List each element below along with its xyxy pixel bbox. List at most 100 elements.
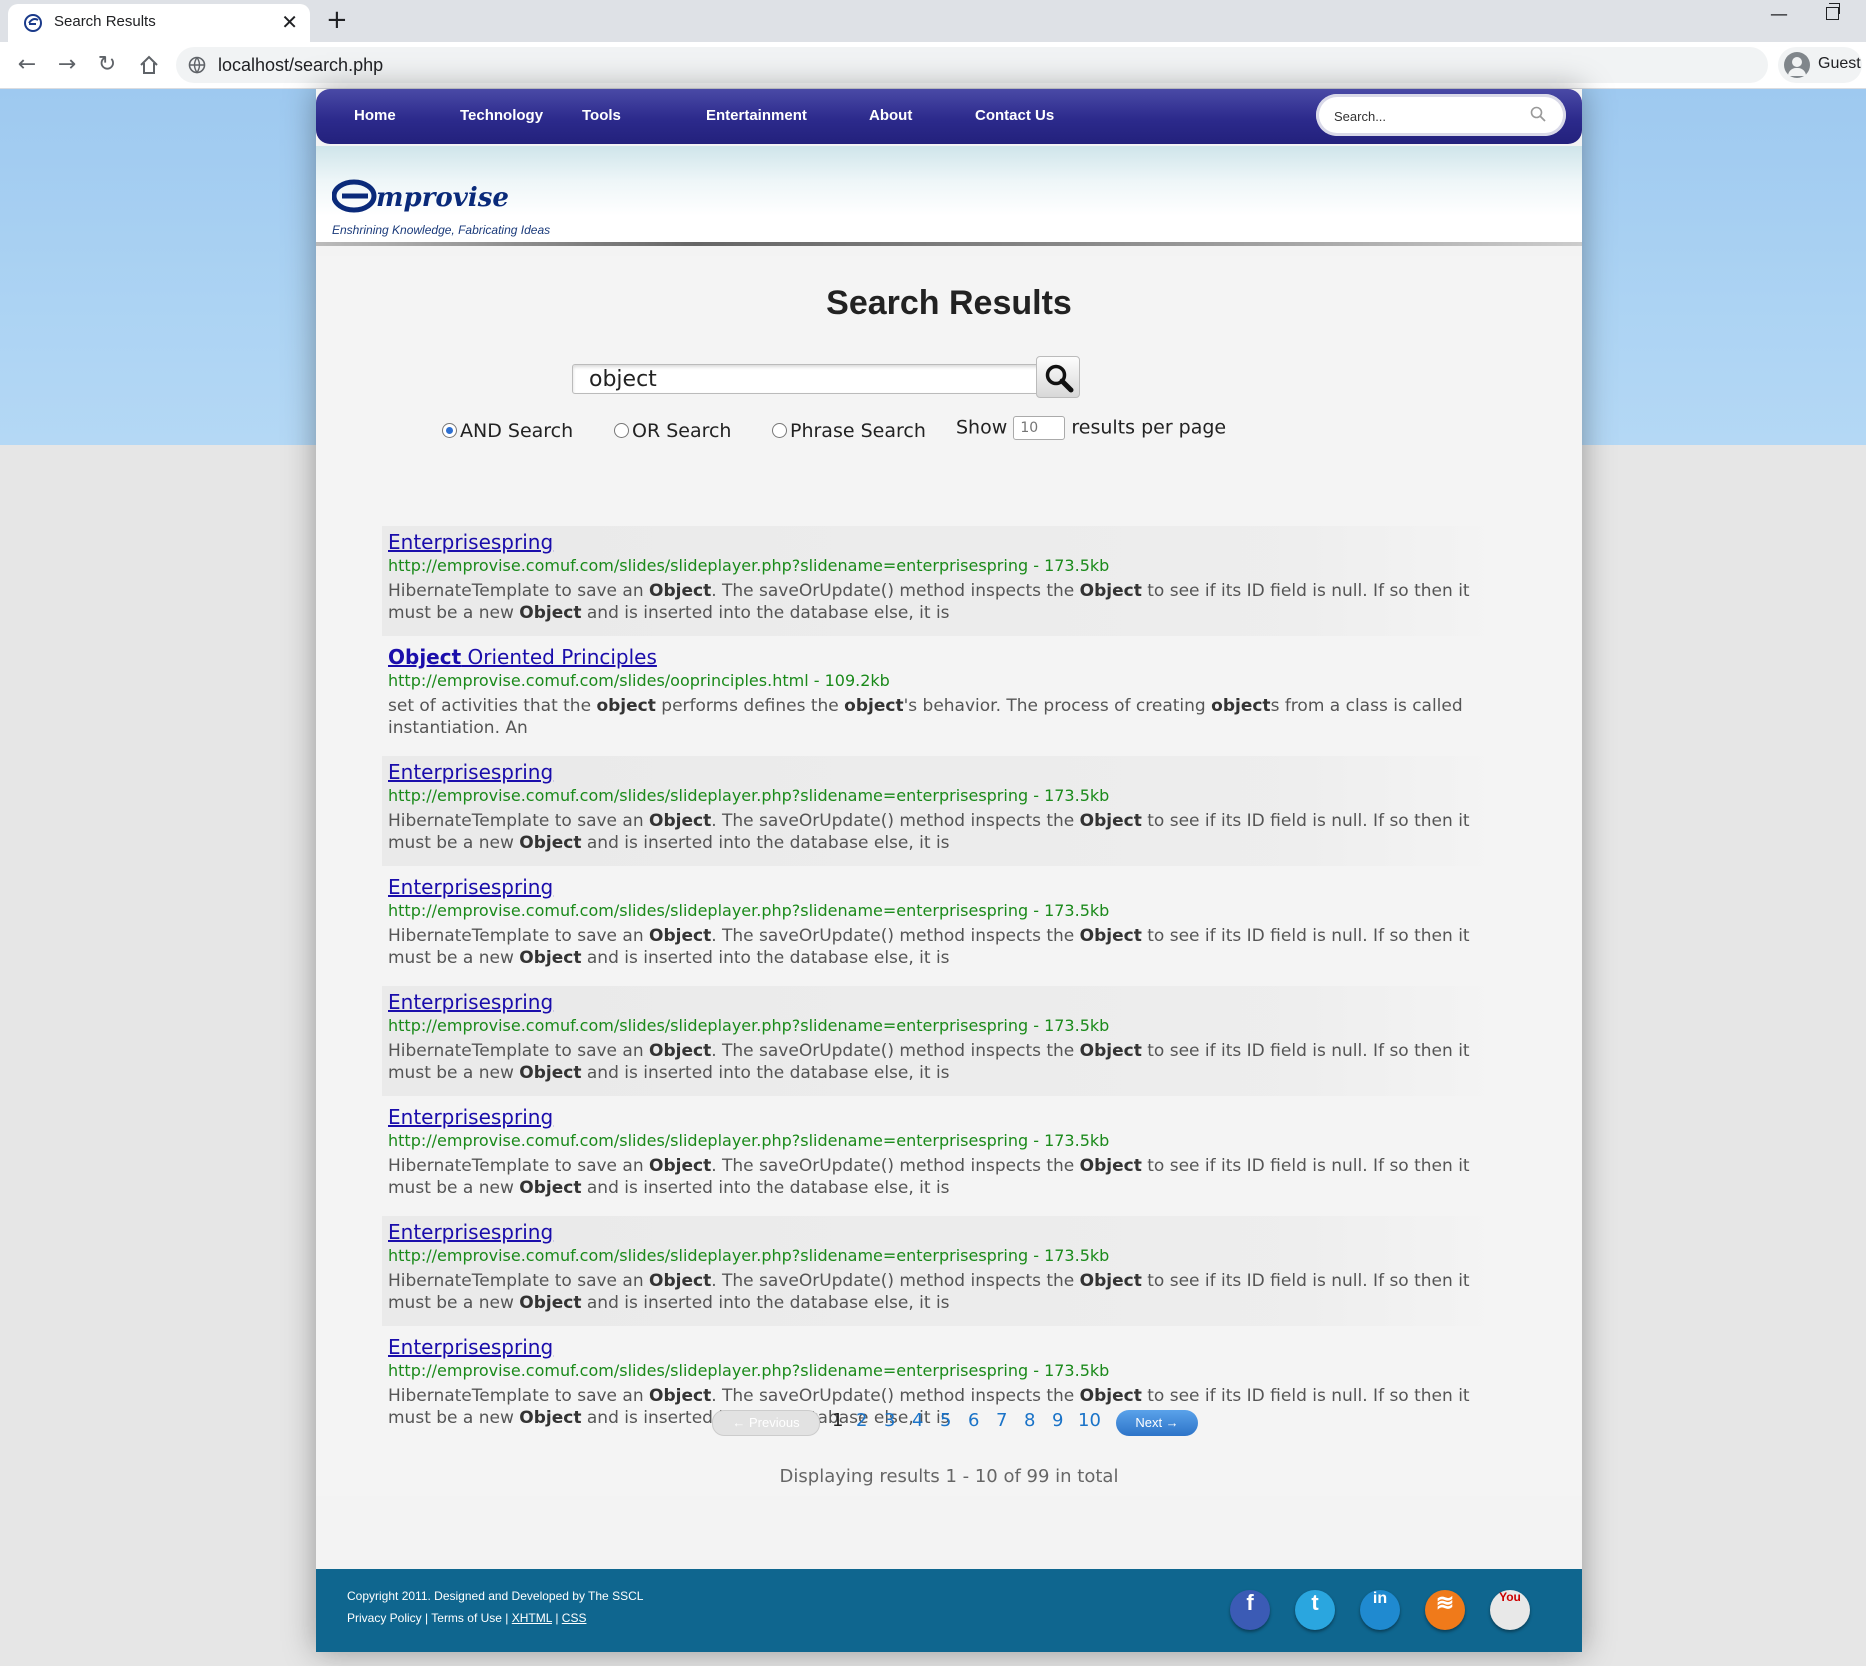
- site-search-box: [1316, 94, 1566, 136]
- snippet-text: and is inserted into the database else, …: [581, 1293, 950, 1313]
- browser-tab[interactable]: Search Results ✕: [8, 4, 310, 42]
- page-number-6[interactable]: 6: [968, 1410, 979, 1431]
- query-input[interactable]: [572, 364, 1048, 394]
- back-arrow-icon[interactable]: ←: [14, 52, 40, 78]
- result-title-link[interactable]: Enterprisespring: [388, 875, 553, 899]
- page-number-5[interactable]: 5: [940, 1410, 951, 1431]
- result-title-link[interactable]: Enterprisespring: [388, 760, 553, 784]
- result-url: http://emprovise.comuf.com/slides/slidep…: [388, 1131, 1110, 1150]
- page-number-8[interactable]: 8: [1024, 1410, 1035, 1431]
- highlighted-term: Object: [649, 1386, 712, 1406]
- css-link[interactable]: CSS: [562, 1611, 587, 1625]
- search-submit-button[interactable]: [1036, 356, 1080, 398]
- forward-arrow-icon[interactable]: →: [54, 52, 80, 78]
- result-url: http://emprovise.comuf.com/slides/slidep…: [388, 1016, 1110, 1035]
- per-page-control: Show results per page: [956, 416, 1226, 440]
- search-content: Search Results AND Search OR Search Phra…: [316, 256, 1582, 1496]
- highlighted-term: Object: [649, 1271, 712, 1291]
- previous-page-button[interactable]: ← Previous: [712, 1410, 820, 1436]
- site-tagline: Enshrining Knowledge, Fabricating Ideas: [332, 223, 551, 237]
- linkedin-icon[interactable]: in: [1360, 1590, 1400, 1630]
- snippet-text: . The saveOrUpdate() method inspects the: [711, 1156, 1080, 1176]
- result-title-link[interactable]: Enterprisespring: [388, 1105, 553, 1129]
- result-title-link[interactable]: Object Oriented Principles: [388, 645, 657, 669]
- snippet-text: HibernateTemplate to save an: [388, 1271, 650, 1291]
- page-number-10[interactable]: 10: [1078, 1410, 1101, 1431]
- result-title-part: Enterprisespring: [388, 1335, 554, 1359]
- snippet-text: HibernateTemplate to save an: [388, 1386, 650, 1406]
- result-url: http://emprovise.comuf.com/slides/slidep…: [388, 901, 1110, 920]
- twitter-icon[interactable]: t: [1295, 1590, 1335, 1630]
- result-title-link[interactable]: Enterprisespring: [388, 990, 553, 1014]
- main-navigation: Home Technology Tools Entertainment Abou…: [316, 89, 1582, 144]
- site-header: mprovise Enshrining Knowledge, Fabricati…: [316, 146, 1582, 246]
- minimize-window-icon[interactable]: —: [1770, 4, 1788, 25]
- site-footer: Copyright 2011. Designed and Developed b…: [316, 1569, 1582, 1652]
- rss-icon[interactable]: ≋: [1425, 1590, 1465, 1630]
- restore-window-icon[interactable]: [1826, 3, 1840, 20]
- nav-about[interactable]: About: [869, 107, 912, 124]
- snippet-text: and is inserted into the database else, …: [581, 1178, 950, 1198]
- highlighted-term: object: [596, 696, 656, 716]
- result-title-link[interactable]: Enterprisespring: [388, 1220, 553, 1244]
- snippet-text: 's behavior. The process of creating: [903, 696, 1212, 716]
- new-tab-button[interactable]: +: [326, 5, 348, 35]
- page-title: Search Results: [826, 284, 1072, 322]
- terms-of-use-link[interactable]: Terms of Use: [431, 1611, 502, 1625]
- result-url: http://emprovise.comuf.com/slides/slidep…: [388, 556, 1110, 575]
- and-search-radio[interactable]: [442, 423, 457, 438]
- page-number-4[interactable]: 4: [912, 1410, 923, 1431]
- address-bar[interactable]: localhost/search.php: [176, 47, 1768, 83]
- result-snippet: HibernateTemplate to save an Object. The…: [388, 1040, 1498, 1084]
- profile-button[interactable]: Guest: [1778, 47, 1862, 83]
- highlighted-term: Object: [1079, 811, 1142, 831]
- footer-links: Privacy Policy | Terms of Use | XHTML | …: [347, 1611, 586, 1625]
- result-title-link[interactable]: Enterprisespring: [388, 530, 553, 554]
- pagination: ← Previous 1 2 3 4 5 6 7 8 9 10 Next →: [316, 1410, 1582, 1440]
- facebook-icon[interactable]: f: [1230, 1590, 1270, 1630]
- phrase-search-option[interactable]: Phrase Search: [772, 420, 926, 442]
- nav-entertainment[interactable]: Entertainment: [706, 107, 807, 124]
- phrase-search-label: Phrase Search: [790, 420, 926, 442]
- home-icon[interactable]: [136, 52, 162, 78]
- highlighted-term: Object: [649, 926, 712, 946]
- nav-home[interactable]: Home: [354, 107, 396, 124]
- site-info-icon[interactable]: [188, 56, 206, 74]
- privacy-policy-link[interactable]: Privacy Policy: [347, 1611, 422, 1625]
- or-search-option[interactable]: OR Search: [614, 420, 731, 442]
- search-icon[interactable]: [1530, 106, 1546, 122]
- page-number-3[interactable]: 3: [884, 1410, 895, 1431]
- snippet-text: . The saveOrUpdate() method inspects the: [711, 1386, 1080, 1406]
- result-title-link[interactable]: Enterprisespring: [388, 1335, 553, 1359]
- page-number-7[interactable]: 7: [996, 1410, 1007, 1431]
- nav-technology[interactable]: Technology: [460, 107, 543, 124]
- search-result: Enterprisespring http://emprovise.comuf.c…: [382, 871, 1502, 981]
- page-number-2[interactable]: 2: [856, 1410, 867, 1431]
- emprovise-logo[interactable]: mprovise: [332, 176, 546, 216]
- snippet-text: . The saveOrUpdate() method inspects the: [711, 1271, 1080, 1291]
- search-result: Enterprisespring http://emprovise.comuf.c…: [382, 526, 1502, 636]
- and-search-option[interactable]: AND Search: [442, 420, 573, 442]
- site-search-input[interactable]: [1332, 104, 1526, 128]
- highlighted-term: Object: [519, 833, 582, 853]
- next-page-button[interactable]: Next →: [1116, 1410, 1198, 1436]
- nav-contact-us[interactable]: Contact Us: [975, 107, 1054, 124]
- youtube-icon[interactable]: You: [1490, 1590, 1530, 1630]
- page-number-9[interactable]: 9: [1052, 1410, 1063, 1431]
- snippet-text: and is inserted into the database else, …: [581, 833, 950, 853]
- page-number-1[interactable]: 1: [832, 1410, 843, 1431]
- reload-icon[interactable]: ↻: [94, 52, 120, 78]
- highlighted-term: Object: [1079, 1041, 1142, 1061]
- or-search-radio[interactable]: [614, 423, 629, 438]
- nav-tools[interactable]: Tools: [582, 107, 621, 124]
- results-summary: Displaying results 1 - 10 of 99 in total: [779, 1466, 1119, 1487]
- result-snippet: set of activities that the object perfor…: [388, 695, 1498, 739]
- per-page-input[interactable]: [1013, 416, 1066, 440]
- footer-separator: |: [551, 1611, 562, 1625]
- profile-label: Guest: [1818, 55, 1861, 72]
- phrase-search-radio[interactable]: [772, 423, 787, 438]
- highlighted-term: object: [844, 696, 904, 716]
- xhtml-link[interactable]: XHTML: [512, 1611, 552, 1625]
- result-url: http://emprovise.comuf.com/slides/slidep…: [388, 1246, 1110, 1265]
- tab-close-icon[interactable]: ✕: [281, 10, 298, 34]
